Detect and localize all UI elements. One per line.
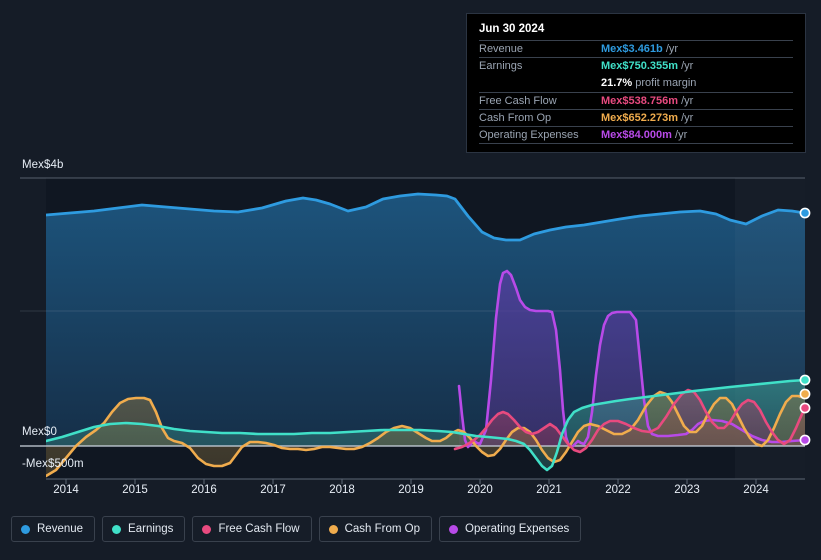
x-axis-tick-2020: 2020 (467, 484, 493, 496)
tooltip-key-operating-expenses: Operating Expenses (479, 129, 579, 142)
x-axis-tick-2023: 2023 (674, 484, 700, 496)
x-axis-tick-2024: 2024 (743, 484, 769, 496)
tooltip-amount-free-cash-flow: Mex$538.756m (601, 94, 679, 107)
tooltip-value-cash-from-op: Mex$652.273m /yr (601, 112, 693, 124)
y-axis-label-zero: Mex$0 (22, 426, 58, 438)
tooltip-unit-earnings: /yr (681, 60, 694, 73)
tooltip-unit-profit-margin: profit margin (635, 76, 697, 89)
endpoint-revenue (799, 207, 811, 219)
tooltip-row-free-cash-flow: Free Cash Flow Mex$538.756m /yr (479, 91, 793, 109)
data-tooltip: Jun 30 2024 Revenue Mex$3.461b /yr Earni… (466, 13, 806, 153)
legend-item-cash-from-op[interactable]: Cash From Op (318, 516, 433, 542)
tooltip-unit-free-cash-flow: /yr (681, 94, 694, 107)
legend-item-free-cash-flow[interactable]: Free Cash Flow (192, 516, 312, 542)
tooltip-row-earnings: Earnings Mex$750.355m /yr (479, 57, 793, 74)
tooltip-amount-profit-margin: 21.7% (601, 76, 633, 89)
legend-item-earnings[interactable]: Earnings (102, 516, 186, 542)
tooltip-date: Jun 30 2024 (479, 23, 545, 35)
x-axis-tick-2022: 2022 (605, 484, 631, 496)
legend-dot-free-cash-flow-icon (202, 524, 212, 534)
tooltip-unit-cash-from-op: /yr (681, 111, 694, 124)
tooltip-value-earnings: Mex$750.355m /yr (601, 60, 693, 72)
legend-label-free-cash-flow: Free Cash Flow (218, 523, 300, 535)
tooltip-bottom-divider (479, 143, 793, 145)
x-axis-tick-2016: 2016 (191, 484, 217, 496)
tooltip-amount-earnings: Mex$750.355m (601, 60, 679, 73)
tooltip-value-revenue: Mex$3.461b /yr (601, 43, 678, 55)
x-axis-tick-2018: 2018 (329, 484, 355, 496)
tooltip-value-operating-expenses: Mex$84.000m /yr (601, 129, 687, 141)
endpoint-cash-from-op (799, 388, 811, 400)
endpoint-earnings (799, 374, 811, 386)
tooltip-amount-operating-expenses: Mex$84.000m (601, 129, 672, 142)
tooltip-row-operating-expenses: Operating Expenses Mex$84.000m /yr (479, 125, 793, 143)
legend-label-cash-from-op: Cash From Op (344, 523, 421, 535)
tooltip-unit-revenue: /yr (665, 43, 679, 56)
legend-label-operating-expenses: Operating Expenses (465, 523, 570, 535)
legend-dot-revenue-icon (21, 524, 30, 534)
tooltip-row-revenue: Revenue Mex$3.461b /yr (479, 40, 793, 57)
tooltip-key-free-cash-flow: Free Cash Flow (479, 94, 557, 107)
chart-legend: Revenue Earnings Free Cash Flow Cash Fro… (11, 516, 582, 542)
tooltip-row-profit-margin: 21.7% profit margin (479, 74, 793, 91)
legend-dot-earnings-icon (112, 524, 122, 534)
tooltip-row-cash-from-op: Cash From Op Mex$652.273m /yr (479, 108, 793, 126)
tooltip-key-cash-from-op: Cash From Op (479, 111, 552, 124)
endpoint-free-cash-flow (799, 402, 811, 414)
x-axis-tick-2019: 2019 (398, 484, 424, 496)
legend-item-operating-expenses[interactable]: Operating Expenses (439, 516, 582, 542)
x-axis-tick-2015: 2015 (122, 484, 148, 496)
tooltip-key-revenue: Revenue (479, 43, 524, 56)
endpoint-operating-expenses (799, 434, 811, 446)
y-axis-label-top: Mex$4b (22, 159, 64, 171)
legend-dot-cash-from-op-icon (328, 524, 338, 534)
tooltip-unit-operating-expenses: /yr (675, 129, 688, 142)
tooltip-value-profit-margin: 21.7% profit margin (601, 77, 696, 89)
legend-item-revenue[interactable]: Revenue (11, 516, 96, 542)
tooltip-amount-cash-from-op: Mex$652.273m (601, 111, 679, 124)
tooltip-amount-revenue: Mex$3.461b (601, 43, 663, 56)
x-axis-tick-2014: 2014 (53, 484, 79, 496)
y-axis-label-bottom: -Mex$500m (22, 458, 84, 470)
x-axis-tick-2017: 2017 (260, 484, 286, 496)
legend-dot-operating-expenses-icon (449, 524, 459, 534)
x-axis-tick-2021: 2021 (536, 484, 562, 496)
legend-label-revenue: Revenue (37, 523, 84, 535)
tooltip-value-free-cash-flow: Mex$538.756m /yr (601, 95, 693, 107)
chart-root: Mex$4b Mex$0 -Mex$500m 2014 2015 2016 20… (0, 0, 821, 560)
legend-label-earnings: Earnings (128, 523, 174, 535)
tooltip-key-earnings: Earnings (479, 60, 523, 73)
